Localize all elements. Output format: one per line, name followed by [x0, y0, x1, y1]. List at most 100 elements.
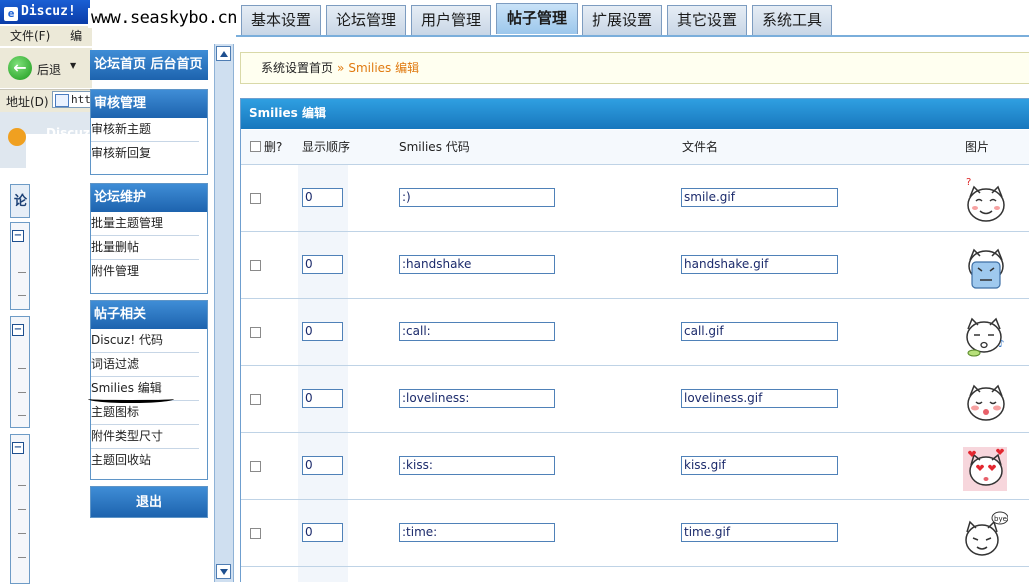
tab-forum-management[interactable]: 论坛管理 [326, 5, 406, 35]
order-input[interactable]: 0 [302, 255, 343, 274]
order-input[interactable]: 0 [302, 523, 343, 542]
tree-line [18, 272, 26, 273]
filename-input[interactable]: call.gif [681, 322, 838, 341]
filename-input[interactable]: kiss.gif [681, 456, 838, 475]
breadcrumb: 系统设置首页 » Smilies 编辑 [240, 52, 1029, 84]
tree-collapse-icon[interactable]: − [12, 324, 24, 336]
scroll-up-icon[interactable] [216, 46, 231, 61]
address-label: 地址(D) [6, 95, 49, 109]
nav-item-batch-delete[interactable]: 批量删帖 [91, 236, 199, 260]
code-input[interactable]: :time: [399, 523, 555, 542]
code-input[interactable]: :call: [399, 322, 555, 341]
delete-checkbox[interactable] [250, 394, 261, 405]
code-input[interactable]: :) [399, 188, 555, 207]
time-face-icon: bye [965, 511, 1008, 556]
filename-input[interactable]: handshake.gif [681, 255, 838, 274]
tree-line [18, 485, 26, 486]
scroll-down-icon[interactable] [216, 564, 231, 579]
tab-post-management[interactable]: 帖子管理 [496, 3, 578, 34]
nav-item-attachment-types[interactable]: 附件类型尺寸 [91, 425, 199, 449]
tab-other-settings[interactable]: 其它设置 [667, 5, 747, 35]
smile-face-icon: ? [966, 177, 1005, 222]
address-input[interactable]: htt [52, 91, 92, 108]
nav-item-recycle-bin[interactable]: 主题回收站 [91, 449, 199, 472]
nav-item-attachments[interactable]: 附件管理 [91, 260, 199, 283]
hand-drawn-underline [88, 395, 174, 403]
tree-line [18, 509, 26, 510]
back-button-label[interactable]: 后退 [37, 61, 61, 78]
browser-title: Discuz! [21, 4, 76, 19]
call-face-icon: ♪ [966, 317, 1004, 357]
page-blank-area [26, 134, 92, 582]
filename-input[interactable]: time.gif [681, 523, 838, 542]
col-image: 图片 [965, 140, 990, 154]
code-input[interactable]: :loveliness: [399, 389, 555, 408]
table-row [241, 366, 1029, 433]
tree-collapse-icon[interactable]: − [12, 442, 24, 454]
sidebar-top-links[interactable]: 论坛首页 后台首页 [90, 50, 208, 80]
breadcrumb-home[interactable]: 系统设置首页 [261, 61, 333, 75]
table-row [241, 567, 1029, 582]
discuz-logo-icon [8, 128, 26, 146]
browser-title-bar: e Discuz! [0, 0, 90, 24]
delete-checkbox[interactable] [250, 260, 261, 271]
tree-line [18, 368, 26, 369]
code-input[interactable]: :handshake [399, 255, 555, 274]
menu-file[interactable]: 文件(F) [10, 29, 50, 43]
kiss-face-icon [963, 447, 1007, 491]
nav-group-posts: 帖子相关 Discuz! 代码 词语过滤 Smilies 编辑 主题图标 附件类… [90, 300, 208, 480]
table-row [241, 165, 1029, 232]
delete-checkbox[interactable] [250, 327, 261, 338]
nav-item-discuz-code[interactable]: Discuz! 代码 [91, 329, 199, 353]
tree-line [18, 533, 26, 534]
order-input[interactable]: 0 [302, 322, 343, 341]
site-watermark: www.seaskybo.cn [88, 8, 241, 28]
logout-button[interactable]: 退出 [90, 486, 208, 518]
tab-extension-settings[interactable]: 扩展设置 [582, 5, 662, 35]
panel-title: Smilies 编辑 [241, 99, 1029, 129]
select-all-checkbox[interactable] [250, 141, 261, 152]
tab-basic-settings[interactable]: 基本设置 [241, 5, 321, 35]
frame-scrollbar[interactable] [214, 44, 234, 582]
back-dropdown-icon[interactable]: ▼ [70, 61, 76, 70]
delete-checkbox[interactable] [250, 528, 261, 539]
tree-header-label: 论 [14, 194, 28, 209]
table-row [241, 500, 1029, 567]
nav-item-thread-icons[interactable]: 主题图标 [91, 401, 199, 425]
filename-input[interactable]: loveliness.gif [681, 389, 838, 408]
page-icon [55, 94, 69, 107]
tree-line [18, 295, 26, 296]
order-input[interactable]: 0 [302, 188, 343, 207]
handshake-face-icon [968, 248, 1004, 289]
nav-item-word-filter[interactable]: 词语过滤 [91, 353, 199, 377]
filename-input[interactable]: smile.gif [681, 188, 838, 207]
col-order: 显示顺序 [302, 140, 351, 154]
tree-line [18, 392, 26, 393]
nav-group-maintenance: 论坛维护 批量主题管理 批量删帖 附件管理 [90, 183, 208, 294]
breadcrumb-current: Smilies 编辑 [348, 61, 420, 75]
order-input[interactable]: 0 [302, 456, 343, 475]
nav-group-title[interactable]: 帖子相关 [91, 301, 207, 329]
tab-user-management[interactable]: 用户管理 [411, 5, 491, 35]
nav-group-title[interactable]: 审核管理 [91, 90, 207, 118]
order-input[interactable]: 0 [302, 389, 343, 408]
nav-item-batch-threads[interactable]: 批量主题管理 [91, 212, 199, 236]
tree-collapse-icon[interactable]: − [12, 230, 24, 242]
browser-menubar: 文件(F) 编辑 [0, 26, 92, 63]
svg-text:?: ? [966, 177, 971, 188]
code-input[interactable]: :kiss: [399, 456, 555, 475]
breadcrumb-separator: » [337, 61, 345, 75]
delete-checkbox[interactable] [250, 461, 261, 472]
back-arrow-icon[interactable]: ← [8, 56, 32, 80]
col-filename: 文件名 [682, 140, 719, 154]
tree-line [18, 557, 26, 558]
table-row [241, 433, 1029, 500]
nav-item-review-threads[interactable]: 审核新主题 [91, 118, 199, 142]
loveliness-face-icon [967, 384, 1005, 421]
delete-checkbox[interactable] [250, 193, 261, 204]
tab-system-tools[interactable]: 系统工具 [752, 5, 832, 35]
col-code: Smilies 代码 [399, 140, 470, 154]
nav-group-title[interactable]: 论坛维护 [91, 184, 207, 212]
nav-item-review-replies[interactable]: 审核新回复 [91, 142, 199, 165]
table-header [241, 130, 1029, 165]
